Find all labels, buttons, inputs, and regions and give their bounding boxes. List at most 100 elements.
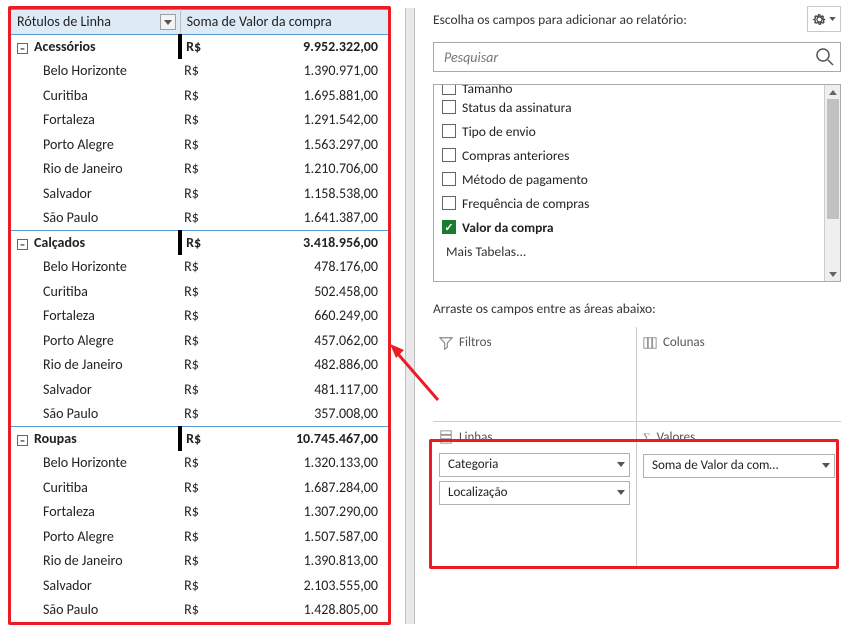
pivot-category[interactable]: −Calçados — [11, 230, 180, 255]
category-total: 10.745.467,00 — [208, 426, 388, 451]
pivot-city[interactable]: Curitiba — [11, 475, 180, 500]
field-checkbox[interactable] — [442, 148, 456, 162]
area-pill[interactable]: Localização — [439, 481, 630, 505]
field-label: Compras anteriores — [462, 147, 569, 164]
currency-label: R$ — [180, 402, 208, 427]
gear-icon — [812, 12, 827, 27]
pivot-header-rowlabels[interactable]: Rótulos de Linha — [11, 10, 180, 35]
currency-label: R$ — [180, 255, 208, 280]
header-label: Soma de Valor da compra — [187, 13, 332, 30]
collapse-icon[interactable]: − — [17, 435, 28, 446]
pivot-city[interactable]: São Paulo — [11, 598, 180, 623]
field-label: Frequência de compras — [462, 195, 589, 212]
collapse-icon[interactable]: − — [17, 43, 28, 54]
city-value: 1.210.706,00 — [208, 157, 388, 182]
pivot-city[interactable]: Fortaleza — [11, 500, 180, 525]
field-checkbox[interactable] — [442, 172, 456, 186]
area-pill[interactable]: Soma de Valor da com… — [643, 454, 835, 478]
area-rows[interactable]: Linhas CategoriaLocalização — [433, 422, 637, 568]
field-label: Tipo de envio — [462, 123, 536, 140]
currency-label: R$ — [180, 475, 208, 500]
field-list[interactable]: Tamanho Status da assinatura Tipo de envi… — [433, 84, 841, 282]
pivot-city[interactable]: Porto Alegre — [11, 132, 180, 157]
city-value: 1.158.538,00 — [208, 181, 388, 206]
pivot-city[interactable]: Salvador — [11, 181, 180, 206]
city-value: 1.320.133,00 — [208, 451, 388, 476]
field-checkbox[interactable] — [442, 84, 456, 95]
pivot-city[interactable]: Curitiba — [11, 83, 180, 108]
pivot-city[interactable]: Belo Horizonte — [11, 59, 180, 84]
field-row[interactable]: Status da assinatura — [440, 95, 822, 119]
city-value: 357.008,00 — [208, 402, 388, 427]
category-total: 3.418.956,00 — [208, 230, 388, 255]
more-tables-link[interactable]: Mais Tabelas... — [440, 239, 822, 266]
field-list-scrollbar[interactable] — [824, 85, 840, 281]
field-checkbox[interactable] — [442, 100, 456, 114]
pivot-city[interactable]: Salvador — [11, 573, 180, 598]
field-row[interactable]: Frequência de compras — [440, 191, 822, 215]
chevron-down-icon — [617, 462, 625, 467]
area-pill[interactable]: Categoria — [439, 453, 630, 477]
field-label: Tamanho — [462, 84, 513, 95]
pivot-city[interactable]: São Paulo — [11, 206, 180, 231]
city-value: 1.695.881,00 — [208, 83, 388, 108]
pivot-category[interactable]: −Acessórios — [11, 34, 180, 59]
pivot-city[interactable]: Rio de Janeiro — [11, 353, 180, 378]
pivot-city[interactable]: Fortaleza — [11, 108, 180, 133]
area-filters[interactable]: Filtros — [433, 327, 637, 422]
search-input[interactable] — [433, 42, 841, 72]
field-row[interactable]: Tamanho — [440, 84, 822, 95]
area-label: Filtros — [459, 335, 492, 350]
currency-label: R$ — [180, 279, 208, 304]
rows-icon — [439, 430, 453, 444]
field-checkbox[interactable] — [442, 220, 456, 234]
field-row[interactable]: Tipo de envio — [440, 119, 822, 143]
field-list-settings-button[interactable] — [807, 6, 841, 32]
area-columns[interactable]: Colunas — [637, 327, 841, 422]
pill-label: Localização — [448, 485, 508, 500]
pivot-city[interactable]: Rio de Janeiro — [11, 157, 180, 182]
choose-fields-prompt: Escolha os campos para adicionar ao rela… — [433, 11, 687, 28]
area-label: Valores — [657, 430, 696, 445]
city-value: 1.428.805,00 — [208, 598, 388, 623]
pivot-category[interactable]: −Roupas — [11, 426, 180, 451]
currency-label: R$ — [180, 353, 208, 378]
field-checkbox[interactable] — [442, 124, 456, 138]
pivot-city[interactable]: Belo Horizonte — [11, 451, 180, 476]
city-value: 457.062,00 — [208, 328, 388, 353]
pivot-city[interactable]: São Paulo — [11, 402, 180, 427]
currency-label: R$ — [180, 157, 208, 182]
rowlabels-dropdown-icon[interactable] — [160, 14, 176, 30]
city-value: 1.507.587,00 — [208, 524, 388, 549]
pivot-city[interactable]: Curitiba — [11, 279, 180, 304]
city-value: 478.176,00 — [208, 255, 388, 280]
currency-label: R$ — [180, 181, 208, 206]
area-values[interactable]: Σ Valores Soma de Valor da com… — [637, 422, 841, 568]
city-value: 2.103.555,00 — [208, 573, 388, 598]
field-row[interactable]: Compras anteriores — [440, 143, 822, 167]
category-total: 9.952.322,00 — [208, 34, 388, 59]
pivot-city[interactable]: Rio de Janeiro — [11, 549, 180, 574]
scroll-thumb[interactable] — [827, 99, 839, 219]
pivot-city[interactable]: Porto Alegre — [11, 328, 180, 353]
field-row[interactable]: Valor da compra — [440, 215, 822, 239]
columns-icon — [643, 336, 657, 350]
pivot-city[interactable]: Fortaleza — [11, 304, 180, 329]
field-checkbox[interactable] — [442, 196, 456, 210]
collapse-icon[interactable]: − — [17, 239, 28, 250]
pivot-city[interactable]: Salvador — [11, 377, 180, 402]
currency-label: R$ — [180, 549, 208, 574]
pivot-city[interactable]: Porto Alegre — [11, 524, 180, 549]
pivot-city[interactable]: Belo Horizonte — [11, 255, 180, 280]
pivot-header-sum[interactable]: Soma de Valor da compra — [180, 10, 388, 35]
header-label: Rótulos de Linha — [17, 13, 111, 30]
scroll-down-icon[interactable] — [825, 267, 840, 281]
currency-label: R$ — [180, 34, 208, 59]
field-row[interactable]: Método de pagamento — [440, 167, 822, 191]
pill-label: Categoria — [448, 457, 498, 472]
currency-label: R$ — [180, 377, 208, 402]
scroll-up-icon[interactable] — [825, 85, 840, 99]
currency-label: R$ — [180, 206, 208, 231]
currency-label: R$ — [180, 573, 208, 598]
field-search[interactable] — [433, 42, 841, 72]
